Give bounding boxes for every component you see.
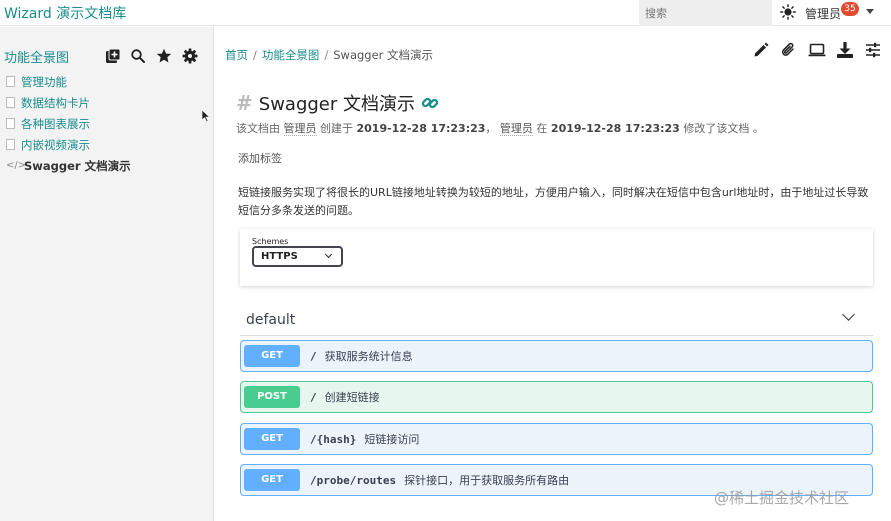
tree-item-data-cards[interactable]: 数据结构卡片	[6, 92, 131, 113]
method-badge: GET	[244, 469, 300, 491]
operation-post-root[interactable]: POST / 创建短链接	[240, 381, 873, 413]
meta-suffix: 修改了该文档 。	[683, 122, 764, 135]
operation-summary: 获取服务统计信息	[324, 350, 413, 363]
tree-item-video[interactable]: 内嵌视频演示	[6, 134, 131, 155]
schemes-panel: Schemes HTTPS	[240, 229, 873, 286]
tree-item-swagger[interactable]: </> Swagger 文档演示	[6, 155, 131, 176]
api-description: 短链接服务实现了将很长的URL链接地址转换为较短的地址，方便用户输入，同时解决在…	[238, 186, 869, 217]
breadcrumb: 首页 / 功能全景图 / Swagger 文档演示	[225, 47, 433, 63]
operation-summary: 短链接访问	[364, 433, 420, 446]
present-icon[interactable]	[808, 41, 826, 59]
meta-at-word: 在	[536, 122, 548, 135]
star-icon[interactable]	[156, 48, 172, 64]
operation-path: /	[310, 390, 317, 404]
app-title[interactable]: Wizard 演示文档库	[4, 3, 126, 23]
operation-get-hash[interactable]: GET /{hash} 短链接访问	[240, 423, 873, 455]
method-badge: GET	[244, 345, 300, 367]
tree-item-label: 管理功能	[21, 74, 67, 89]
tree-item-manage[interactable]: 管理功能	[6, 71, 131, 92]
breadcrumb-parent[interactable]: 功能全景图	[262, 48, 320, 62]
document-icon	[6, 139, 15, 150]
sidebar-title[interactable]: 功能全景图	[4, 47, 69, 66]
modifier-link[interactable]: 管理员	[499, 122, 533, 136]
breadcrumb-separator: /	[253, 48, 257, 62]
tree-item-label: 数据结构卡片	[21, 95, 90, 110]
modified-time: 2019-12-28 17:23:23	[550, 122, 680, 135]
document-meta: 该文档由 管理员 创建于 2019-12-28 17:23:23， 管理员 在 …	[236, 120, 764, 136]
hash-icon: #	[236, 91, 253, 115]
settings-sliders-icon[interactable]	[864, 41, 882, 59]
creator-link[interactable]: 管理员	[283, 122, 317, 136]
top-bar: Wizard 演示文档库 管理员 35	[0, 0, 891, 26]
breadcrumb-current: Swagger 文档演示	[333, 48, 434, 62]
mouse-cursor-icon	[202, 110, 210, 122]
tree-item-label: 各种图表展示	[21, 116, 90, 131]
notification-badge[interactable]: 35	[841, 2, 859, 16]
schemes-selected-value: HTTPS	[261, 251, 298, 262]
search-input[interactable]	[639, 0, 772, 26]
operation-path: /	[310, 349, 317, 363]
theme-sun-icon[interactable]	[780, 4, 796, 20]
method-badge: GET	[244, 428, 300, 450]
operation-path: /{hash}	[310, 432, 357, 446]
schemes-label: Schemes	[252, 237, 289, 246]
tree-item-label: Swagger 文档演示	[24, 158, 131, 173]
edit-icon[interactable]	[752, 41, 770, 59]
attach-icon[interactable]	[780, 41, 798, 59]
tree-item-charts[interactable]: 各种图表展示	[6, 113, 131, 134]
meta-separator: ，	[485, 122, 497, 135]
meta-prefix: 该文档由	[236, 122, 280, 135]
breadcrumb-home[interactable]: 首页	[225, 48, 248, 62]
schemes-select[interactable]: HTTPS	[252, 246, 343, 267]
document-icon	[6, 97, 15, 108]
chevron-down-icon	[324, 250, 333, 259]
breadcrumb-separator: /	[324, 48, 329, 62]
chevron-down-icon[interactable]	[866, 9, 874, 14]
chevron-down-icon[interactable]	[842, 308, 855, 321]
operation-summary: 创建短链接	[324, 391, 380, 404]
add-tag-button[interactable]: 添加标签	[238, 150, 282, 166]
operation-get-root[interactable]: GET / 获取服务统计信息	[240, 340, 873, 372]
section-name: default	[246, 312, 296, 328]
document-icon	[6, 76, 15, 87]
document-icon	[6, 118, 15, 129]
section-default-header[interactable]: default	[240, 304, 873, 336]
sidebar: 功能全景图 管理功能 数据结构卡片 各种图表展示 内嵌视频演示 </> Swag…	[0, 27, 214, 521]
watermark: @稀土掘金技术社区	[714, 489, 850, 507]
created-time: 2019-12-28 17:23:23	[356, 122, 486, 135]
meta-created-word: 创建于	[320, 122, 353, 135]
code-icon: </>	[6, 160, 27, 171]
doc-tree: 管理功能 数据结构卡片 各种图表展示 内嵌视频演示 </> Swagger 文档…	[6, 71, 131, 176]
gear-icon[interactable]	[182, 48, 198, 64]
search-icon[interactable]	[130, 48, 146, 64]
tree-item-label: 内嵌视频演示	[21, 137, 90, 152]
page-title-text: Swagger 文档演示	[258, 94, 415, 115]
add-icon[interactable]	[105, 48, 121, 64]
user-menu[interactable]: 管理员	[805, 5, 841, 22]
operation-summary: 探针接口，用于获取服务所有路由	[404, 474, 570, 487]
method-badge: POST	[244, 386, 300, 408]
page-title: # Swagger 文档演示	[236, 90, 439, 116]
link-icon[interactable]	[421, 94, 439, 112]
operation-path: /probe/routes	[310, 473, 397, 487]
download-icon[interactable]	[836, 41, 854, 59]
